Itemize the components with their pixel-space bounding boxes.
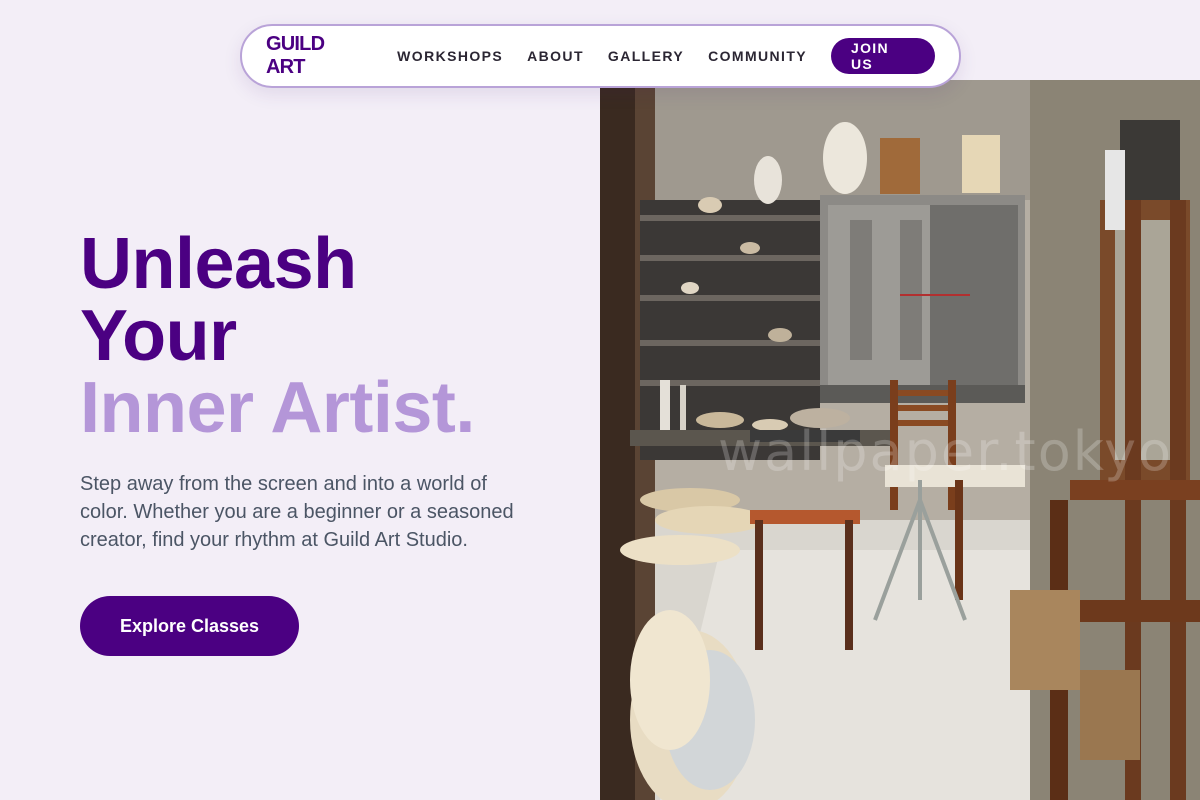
watermark-text: wallpaper.tokyo: [718, 420, 1174, 483]
brand-logo[interactable]: GUILD ART: [266, 33, 365, 79]
pottery-studio-photo: wallpaper.tokyo: [600, 80, 1200, 800]
nav-link-workshops[interactable]: WORKSHOPS: [397, 48, 503, 64]
join-us-button[interactable]: JOIN US: [831, 38, 935, 74]
main-nav: GUILD ART WORKSHOPS ABOUT GALLERY COMMUN…: [240, 24, 961, 88]
nav-link-gallery[interactable]: GALLERY: [608, 48, 684, 64]
headline-line-1: Unleash: [80, 224, 357, 304]
hero-section: Unleash Your Inner Artist. Step away fro…: [80, 228, 560, 656]
nav-link-community[interactable]: COMMUNITY: [708, 48, 807, 64]
explore-classes-button[interactable]: Explore Classes: [80, 596, 299, 656]
hero-headline: Unleash Your Inner Artist.: [80, 228, 560, 444]
hero-subtext: Step away from the screen and into a wor…: [80, 473, 514, 551]
headline-line-3: Inner Artist.: [80, 368, 475, 448]
headline-line-2: Your: [80, 296, 237, 376]
nav-link-about[interactable]: ABOUT: [527, 48, 584, 64]
